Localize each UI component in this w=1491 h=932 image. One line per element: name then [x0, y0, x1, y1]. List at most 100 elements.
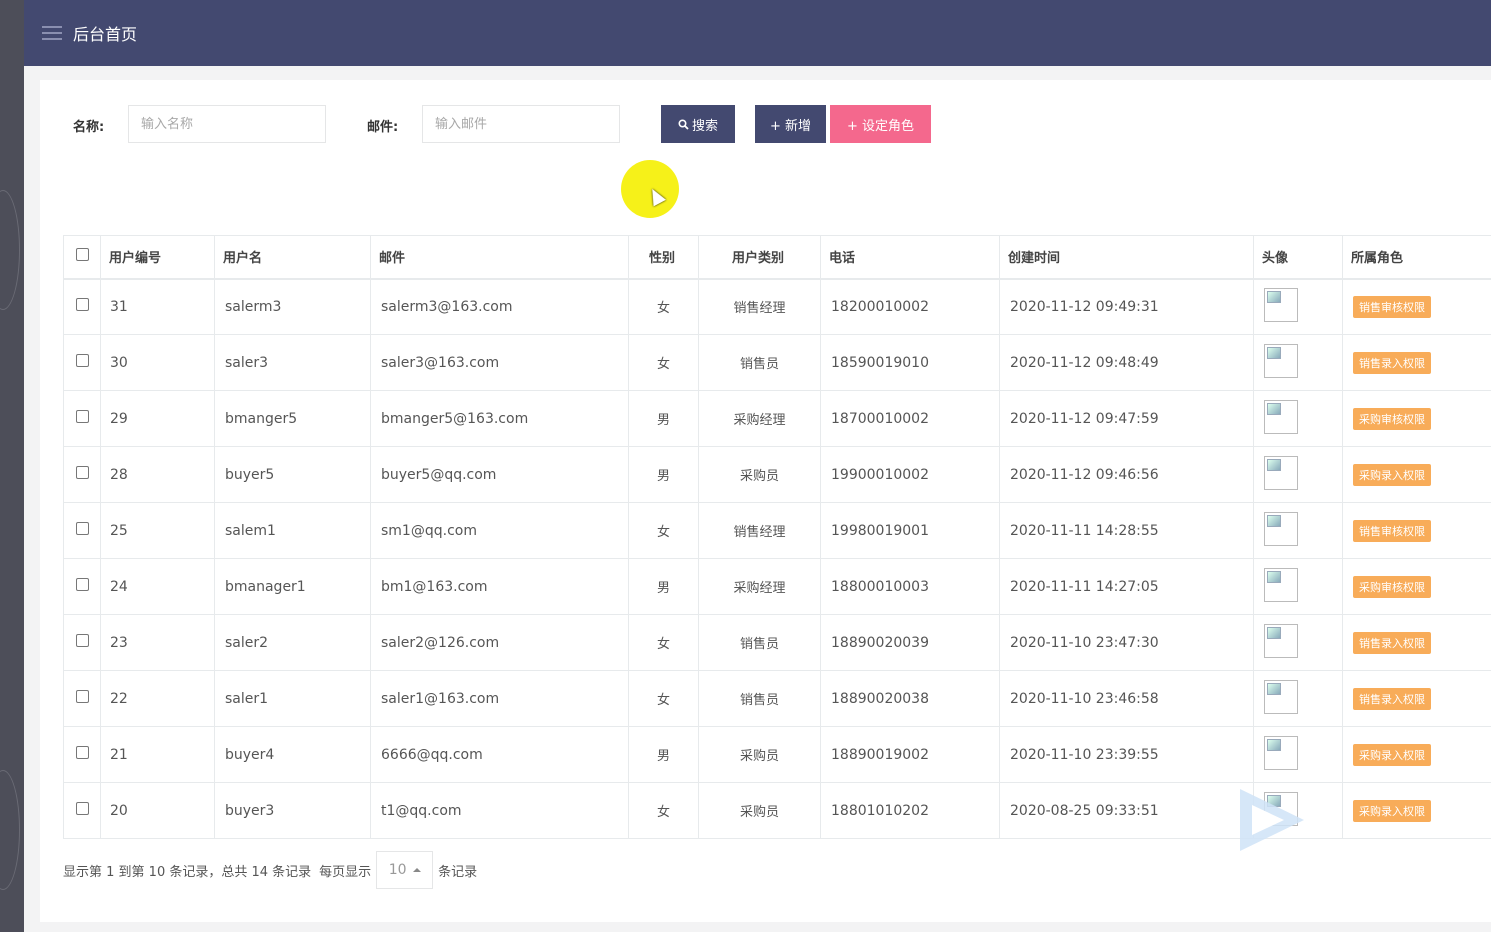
per-page-select[interactable]: 10 — [376, 851, 434, 889]
column-header[interactable]: 创建时间 — [999, 235, 1254, 280]
user-type-cell: 销售员 — [698, 614, 821, 671]
role-badge[interactable]: 销售录入权限 — [1353, 631, 1431, 654]
column-header[interactable]: 用户编号 — [100, 235, 215, 280]
role-badge[interactable]: 采购录入权限 — [1353, 463, 1431, 486]
broken-image-icon — [1264, 287, 1298, 322]
search-button[interactable]: 搜索 — [661, 105, 735, 143]
hamburger-menu-icon[interactable] — [42, 25, 62, 41]
email-cell: 6666@qq.com — [370, 726, 629, 783]
created-time-cell: 2020-11-10 23:47:30 — [999, 614, 1254, 671]
add-button[interactable]: + 新增 — [755, 105, 826, 143]
email-cell: bm1@163.com — [370, 558, 629, 615]
row-select-cell — [63, 726, 101, 783]
broken-image-icon — [1264, 623, 1298, 658]
role-badge[interactable]: 销售录入权限 — [1353, 687, 1431, 710]
column-header[interactable]: 性别 — [628, 235, 699, 280]
decorative-ring — [0, 770, 20, 890]
broken-image-icon — [1264, 399, 1298, 434]
table-row[interactable]: 30 saler3 saler3@163.com 女销售员 18590019010 202… — [63, 334, 1491, 391]
role-badge[interactable]: 采购审核权限 — [1353, 575, 1431, 598]
column-header[interactable]: 邮件 — [370, 235, 629, 280]
row-checkbox[interactable] — [75, 354, 89, 367]
gender-cell: 男 — [628, 446, 699, 503]
user-id-cell: 29 — [100, 390, 215, 447]
play-logo-icon — [1238, 787, 1306, 853]
row-select-cell — [63, 502, 101, 559]
role-badge[interactable]: 销售审核权限 — [1353, 295, 1431, 318]
column-header[interactable]: 用户类别 — [698, 235, 821, 280]
role-badge[interactable]: 采购审核权限 — [1353, 407, 1431, 430]
row-checkbox[interactable] — [75, 466, 89, 479]
pagination: 显示第 1 到第 10 条记录，总共 14 条记录 每页显示 10 条记录 — [63, 851, 477, 889]
row-checkbox[interactable] — [75, 578, 89, 591]
created-time-cell: 2020-11-11 14:28:55 — [999, 502, 1254, 559]
user-type-cell: 采购经理 — [698, 558, 821, 615]
row-checkbox[interactable] — [75, 802, 89, 815]
table-row[interactable]: 29 bmanger5 bmanger5@163.com 男采购经理 187000100… — [63, 390, 1491, 447]
gender-cell: 女 — [628, 782, 699, 839]
role-badge[interactable]: 采购录入权限 — [1353, 799, 1431, 822]
row-checkbox[interactable] — [75, 522, 89, 535]
row-checkbox[interactable] — [75, 690, 89, 703]
pagination-summary: 显示第 1 到第 10 条记录，总共 14 条记录 — [63, 864, 312, 880]
table-row[interactable]: 21 buyer4 6666@qq.com 男采购员 18890019002 2020-1… — [63, 726, 1491, 783]
username-cell: saler3 — [214, 334, 371, 391]
left-sidebar-strip — [0, 0, 24, 932]
gender-cell: 男 — [628, 390, 699, 447]
row-checkbox[interactable] — [75, 634, 89, 647]
role-cell: 采购录入权限 — [1342, 446, 1491, 503]
row-select-cell — [63, 558, 101, 615]
created-time-cell: 2020-11-12 09:48:49 — [999, 334, 1254, 391]
role-cell: 采购录入权限 — [1342, 726, 1491, 783]
set-role-button[interactable]: + 设定角色 — [830, 105, 931, 143]
user-type-cell: 采购经理 — [698, 390, 821, 447]
role-badge[interactable]: 销售审核权限 — [1353, 519, 1431, 542]
email-cell: saler2@126.com — [370, 614, 629, 671]
username-cell: salerm3 — [214, 278, 371, 335]
gender-cell: 女 — [628, 334, 699, 391]
role-cell: 采购录入权限 — [1342, 782, 1491, 839]
row-checkbox[interactable] — [75, 410, 89, 423]
search-button-label: 搜索 — [691, 118, 718, 134]
column-header[interactable]: 头像 — [1253, 235, 1343, 280]
role-cell: 采购审核权限 — [1342, 558, 1491, 615]
row-select-cell — [63, 278, 101, 335]
table-row[interactable]: 22 saler1 saler1@163.com 女销售员 18890020038 202… — [63, 670, 1491, 727]
role-badge[interactable]: 采购录入权限 — [1353, 743, 1431, 766]
created-time-cell: 2020-11-10 23:46:58 — [999, 670, 1254, 727]
avatar-cell — [1253, 614, 1343, 671]
table-row[interactable]: 28 buyer5 buyer5@qq.com 男采购员 19900010002 2020… — [63, 446, 1491, 503]
created-time-cell: 2020-11-12 09:49:31 — [999, 278, 1254, 335]
caret-up-icon — [412, 868, 421, 872]
column-header[interactable]: 用户名 — [214, 235, 371, 280]
table-row[interactable]: 25 salem1 sm1@qq.com 女销售经理 19980019001 2020-1… — [63, 502, 1491, 559]
row-checkbox[interactable] — [75, 746, 89, 759]
created-time-cell: 2020-11-11 14:27:05 — [999, 558, 1254, 615]
role-badge[interactable]: 销售录入权限 — [1353, 351, 1431, 374]
user-id-cell: 28 — [100, 446, 215, 503]
table-row[interactable]: 23 saler2 saler2@126.com 女销售员 18890020039 202… — [63, 614, 1491, 671]
gender-cell: 男 — [628, 558, 699, 615]
user-id-cell: 20 — [100, 782, 215, 839]
row-select-cell — [63, 782, 101, 839]
column-header[interactable]: 所属角色 — [1342, 235, 1491, 280]
page-title: 后台首页 — [73, 25, 138, 44]
role-cell: 采购审核权限 — [1342, 390, 1491, 447]
table-row[interactable]: 24 bmanager1 bm1@163.com 男采购经理 18800010003 20… — [63, 558, 1491, 615]
phone-cell: 18590019010 — [820, 334, 1000, 391]
table-row[interactable]: 31 salerm3 salerm3@163.com 女销售经理 18200010002… — [63, 278, 1491, 335]
row-checkbox[interactable] — [75, 298, 89, 312]
add-button-label: + 新增 — [769, 118, 812, 134]
role-cell: 销售审核权限 — [1342, 502, 1491, 559]
username-cell: bmanger5 — [214, 390, 371, 447]
name-input[interactable] — [128, 105, 326, 143]
broken-image-icon — [1264, 567, 1298, 602]
email-cell: bmanger5@163.com — [370, 390, 629, 447]
email-input[interactable] — [422, 105, 620, 143]
column-header[interactable]: 电话 — [820, 235, 1000, 280]
user-type-cell: 销售经理 — [698, 278, 821, 335]
per-page-label: 每页显示 — [319, 864, 372, 880]
email-cell: salerm3@163.com — [370, 278, 629, 335]
avatar-cell — [1253, 670, 1343, 727]
select-all-checkbox[interactable] — [75, 248, 89, 262]
